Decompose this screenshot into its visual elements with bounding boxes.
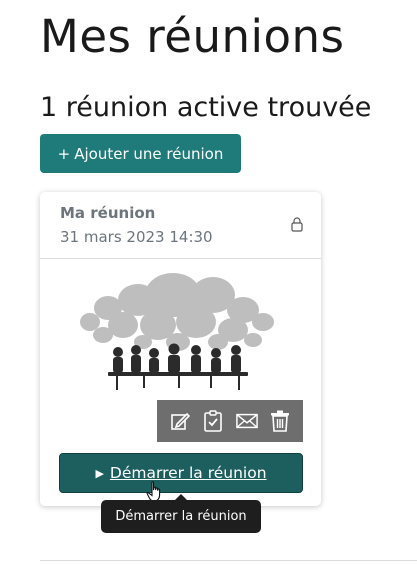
meeting-date: 31 mars 2023 14:30 — [60, 228, 213, 246]
plus-icon: + — [57, 144, 71, 163]
play-icon: ▶ — [95, 466, 104, 480]
clipboard-check-icon[interactable] — [202, 410, 224, 432]
meeting-action-bar — [157, 400, 303, 442]
meeting-illustration — [80, 273, 274, 390]
section-divider — [40, 560, 417, 561]
add-meeting-label: Ajouter une réunion — [74, 144, 224, 163]
mail-icon[interactable] — [235, 410, 258, 432]
lock-icon — [291, 217, 303, 232]
page-title: Mes réunions — [40, 10, 345, 63]
edit-icon[interactable] — [169, 410, 191, 432]
start-meeting-label: Démarrer la réunion — [109, 464, 267, 482]
trash-icon[interactable] — [269, 410, 291, 432]
meeting-card: Ma réunion 31 mars 2023 14:30 ▶ Démarrer… — [40, 192, 321, 506]
start-meeting-button[interactable]: ▶ Démarrer la réunion — [59, 453, 303, 493]
meeting-card-header: Ma réunion 31 mars 2023 14:30 — [40, 192, 321, 259]
add-meeting-button[interactable]: + Ajouter une réunion — [40, 134, 241, 173]
start-meeting-tooltip: Démarrer la réunion — [101, 494, 261, 533]
meeting-title: Ma réunion — [60, 204, 156, 222]
meeting-count: 1 réunion active trouvée — [40, 92, 372, 123]
